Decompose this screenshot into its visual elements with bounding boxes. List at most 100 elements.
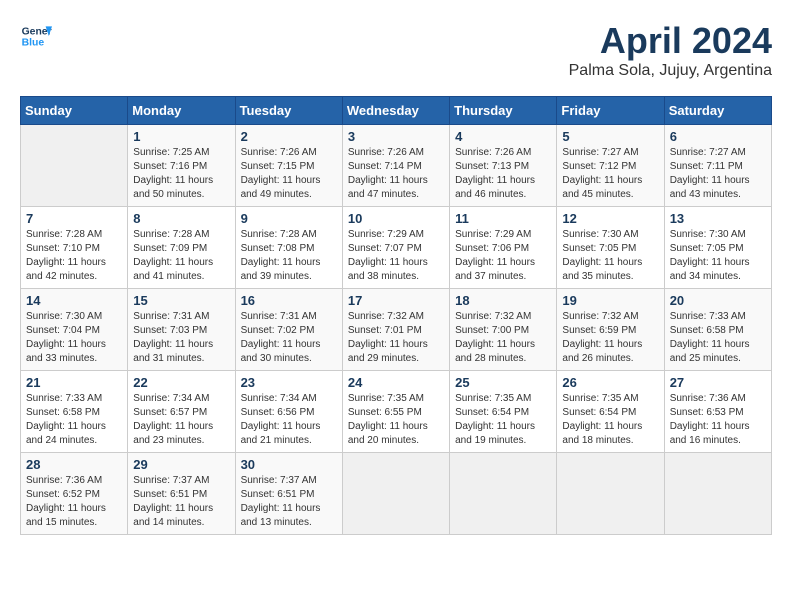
calendar-cell: 3Sunrise: 7:26 AM Sunset: 7:14 PM Daylig… [342, 125, 449, 207]
calendar-cell: 16Sunrise: 7:31 AM Sunset: 7:02 PM Dayli… [235, 289, 342, 371]
calendar-cell: 10Sunrise: 7:29 AM Sunset: 7:07 PM Dayli… [342, 207, 449, 289]
day-header-sunday: Sunday [21, 97, 128, 125]
day-number: 9 [241, 211, 337, 226]
calendar-cell: 2 Sunrise: 7:26 AM Sunset: 7:15 PM Daylig… [235, 125, 342, 207]
cell-info: Sunrise: 7:29 AM Sunset: 7:06 PM Dayligh… [455, 228, 551, 284]
cell-info: Sunrise: 7:29 AM Sunset: 7:07 PM Dayligh… [348, 228, 444, 284]
day-number: 22 [133, 375, 229, 390]
location-subtitle: Palma Sola, Jujuy, Argentina [569, 62, 772, 80]
cell-info: Sunrise: 7:35 AM Sunset: 6:55 PM Dayligh… [348, 392, 444, 448]
day-number: 12 [562, 211, 658, 226]
calendar-cell: 1Sunrise: 7:25 AM Sunset: 7:16 PM Daylig… [128, 125, 235, 207]
day-number: 30 [241, 457, 337, 472]
calendar-cell [450, 453, 557, 535]
cell-info: Sunrise: 7:30 AM Sunset: 7:04 PM Dayligh… [26, 310, 122, 366]
calendar-cell: 25 Sunrise: 7:35 AM Sunset: 6:54 PM Dayli… [450, 371, 557, 453]
day-number: 11 [455, 211, 551, 226]
cell-info: Sunrise: 7:35 AM Sunset: 6:54 PM Dayligh… [562, 392, 658, 448]
cell-info: Sunrise: 7:34 AM Sunset: 6:57 PM Dayligh… [133, 392, 229, 448]
cell-info: Sunrise: 7:33 AM Sunset: 6:58 PM Dayligh… [26, 392, 122, 448]
calendar-cell: 30 Sunrise: 7:37 AM Sunset: 6:51 PM Dayli… [235, 453, 342, 535]
day-number: 8 [133, 211, 229, 226]
cell-info: Sunrise: 7:26 AM Sunset: 7:13 PM Dayligh… [455, 146, 551, 202]
day-number: 29 [133, 457, 229, 472]
calendar-cell: 12 Sunrise: 7:30 AM Sunset: 7:05 PM Dayli… [557, 207, 664, 289]
calendar-cell: 27 Sunrise: 7:36 AM Sunset: 6:53 PM Dayli… [664, 371, 771, 453]
cell-info: Sunrise: 7:25 AM Sunset: 7:16 PM Dayligh… [133, 146, 229, 202]
calendar-cell: 18 Sunrise: 7:32 AM Sunset: 7:00 PM Dayli… [450, 289, 557, 371]
calendar-cell: 19Sunrise: 7:32 AM Sunset: 6:59 PM Dayli… [557, 289, 664, 371]
day-number: 15 [133, 293, 229, 308]
day-header-saturday: Saturday [664, 97, 771, 125]
day-number: 25 [455, 375, 551, 390]
calendar-cell: 15 Sunrise: 7:31 AM Sunset: 7:03 PM Dayli… [128, 289, 235, 371]
calendar-cell: 13 Sunrise: 7:30 AM Sunset: 7:05 PM Dayli… [664, 207, 771, 289]
day-number: 13 [670, 211, 766, 226]
calendar-cell [342, 453, 449, 535]
calendar-cell: 17 Sunrise: 7:32 AM Sunset: 7:01 PM Dayli… [342, 289, 449, 371]
day-header-tuesday: Tuesday [235, 97, 342, 125]
cell-info: Sunrise: 7:28 AM Sunset: 7:09 PM Dayligh… [133, 228, 229, 284]
cell-info: Sunrise: 7:31 AM Sunset: 7:03 PM Dayligh… [133, 310, 229, 366]
logo-icon: General Blue [20, 20, 52, 52]
calendar-cell: 20 Sunrise: 7:33 AM Sunset: 6:58 PM Dayli… [664, 289, 771, 371]
calendar-cell: 11 Sunrise: 7:29 AM Sunset: 7:06 PM Dayli… [450, 207, 557, 289]
cell-info: Sunrise: 7:32 AM Sunset: 6:59 PM Dayligh… [562, 310, 658, 366]
title-block: April 2024 Palma Sola, Jujuy, Argentina [569, 20, 772, 80]
calendar-cell: 26 Sunrise: 7:35 AM Sunset: 6:54 PM Dayli… [557, 371, 664, 453]
cell-info: Sunrise: 7:37 AM Sunset: 6:51 PM Dayligh… [241, 474, 337, 530]
calendar-cell: 6 Sunrise: 7:27 AM Sunset: 7:11 PM Daylig… [664, 125, 771, 207]
calendar-cell: 14 Sunrise: 7:30 AM Sunset: 7:04 PM Dayli… [21, 289, 128, 371]
day-number: 27 [670, 375, 766, 390]
calendar-table: SundayMondayTuesdayWednesdayThursdayFrid… [20, 96, 772, 535]
day-number: 3 [348, 129, 444, 144]
calendar-cell: 28 Sunrise: 7:36 AM Sunset: 6:52 PM Dayli… [21, 453, 128, 535]
day-number: 6 [670, 129, 766, 144]
logo: General Blue [20, 20, 52, 52]
cell-info: Sunrise: 7:32 AM Sunset: 7:00 PM Dayligh… [455, 310, 551, 366]
calendar-cell: 5Sunrise: 7:27 AM Sunset: 7:12 PM Daylig… [557, 125, 664, 207]
day-number: 26 [562, 375, 658, 390]
cell-info: Sunrise: 7:30 AM Sunset: 7:05 PM Dayligh… [670, 228, 766, 284]
cell-info: Sunrise: 7:33 AM Sunset: 6:58 PM Dayligh… [670, 310, 766, 366]
day-number: 23 [241, 375, 337, 390]
day-number: 21 [26, 375, 122, 390]
day-number: 4 [455, 129, 551, 144]
calendar-cell [557, 453, 664, 535]
calendar-cell: 4 Sunrise: 7:26 AM Sunset: 7:13 PM Daylig… [450, 125, 557, 207]
day-number: 24 [348, 375, 444, 390]
cell-info: Sunrise: 7:36 AM Sunset: 6:53 PM Dayligh… [670, 392, 766, 448]
day-number: 14 [26, 293, 122, 308]
day-number: 2 [241, 129, 337, 144]
cell-info: Sunrise: 7:28 AM Sunset: 7:08 PM Dayligh… [241, 228, 337, 284]
calendar-cell: 29 Sunrise: 7:37 AM Sunset: 6:51 PM Dayli… [128, 453, 235, 535]
calendar-cell: 21 Sunrise: 7:33 AM Sunset: 6:58 PM Dayli… [21, 371, 128, 453]
cell-info: Sunrise: 7:35 AM Sunset: 6:54 PM Dayligh… [455, 392, 551, 448]
day-number: 7 [26, 211, 122, 226]
calendar-cell: 23 Sunrise: 7:34 AM Sunset: 6:56 PM Dayli… [235, 371, 342, 453]
calendar-cell [664, 453, 771, 535]
day-number: 28 [26, 457, 122, 472]
calendar-cell: 7 Sunrise: 7:28 AM Sunset: 7:10 PM Daylig… [21, 207, 128, 289]
cell-info: Sunrise: 7:26 AM Sunset: 7:15 PM Dayligh… [241, 146, 337, 202]
day-number: 17 [348, 293, 444, 308]
day-header-friday: Friday [557, 97, 664, 125]
month-title: April 2024 [569, 20, 772, 62]
cell-info: Sunrise: 7:31 AM Sunset: 7:02 PM Dayligh… [241, 310, 337, 366]
cell-info: Sunrise: 7:28 AM Sunset: 7:10 PM Dayligh… [26, 228, 122, 284]
day-header-wednesday: Wednesday [342, 97, 449, 125]
cell-info: Sunrise: 7:30 AM Sunset: 7:05 PM Dayligh… [562, 228, 658, 284]
cell-info: Sunrise: 7:34 AM Sunset: 6:56 PM Dayligh… [241, 392, 337, 448]
day-number: 18 [455, 293, 551, 308]
cell-info: Sunrise: 7:32 AM Sunset: 7:01 PM Dayligh… [348, 310, 444, 366]
svg-text:Blue: Blue [22, 38, 45, 49]
calendar-cell: 24 Sunrise: 7:35 AM Sunset: 6:55 PM Dayli… [342, 371, 449, 453]
calendar-cell: 8 Sunrise: 7:28 AM Sunset: 7:09 PM Daylig… [128, 207, 235, 289]
day-header-thursday: Thursday [450, 97, 557, 125]
cell-info: Sunrise: 7:27 AM Sunset: 7:11 PM Dayligh… [670, 146, 766, 202]
cell-info: Sunrise: 7:36 AM Sunset: 6:52 PM Dayligh… [26, 474, 122, 530]
day-number: 20 [670, 293, 766, 308]
cell-info: Sunrise: 7:37 AM Sunset: 6:51 PM Dayligh… [133, 474, 229, 530]
page-header: General Blue April 2024 Palma Sola, Juju… [20, 20, 772, 80]
calendar-cell [21, 125, 128, 207]
